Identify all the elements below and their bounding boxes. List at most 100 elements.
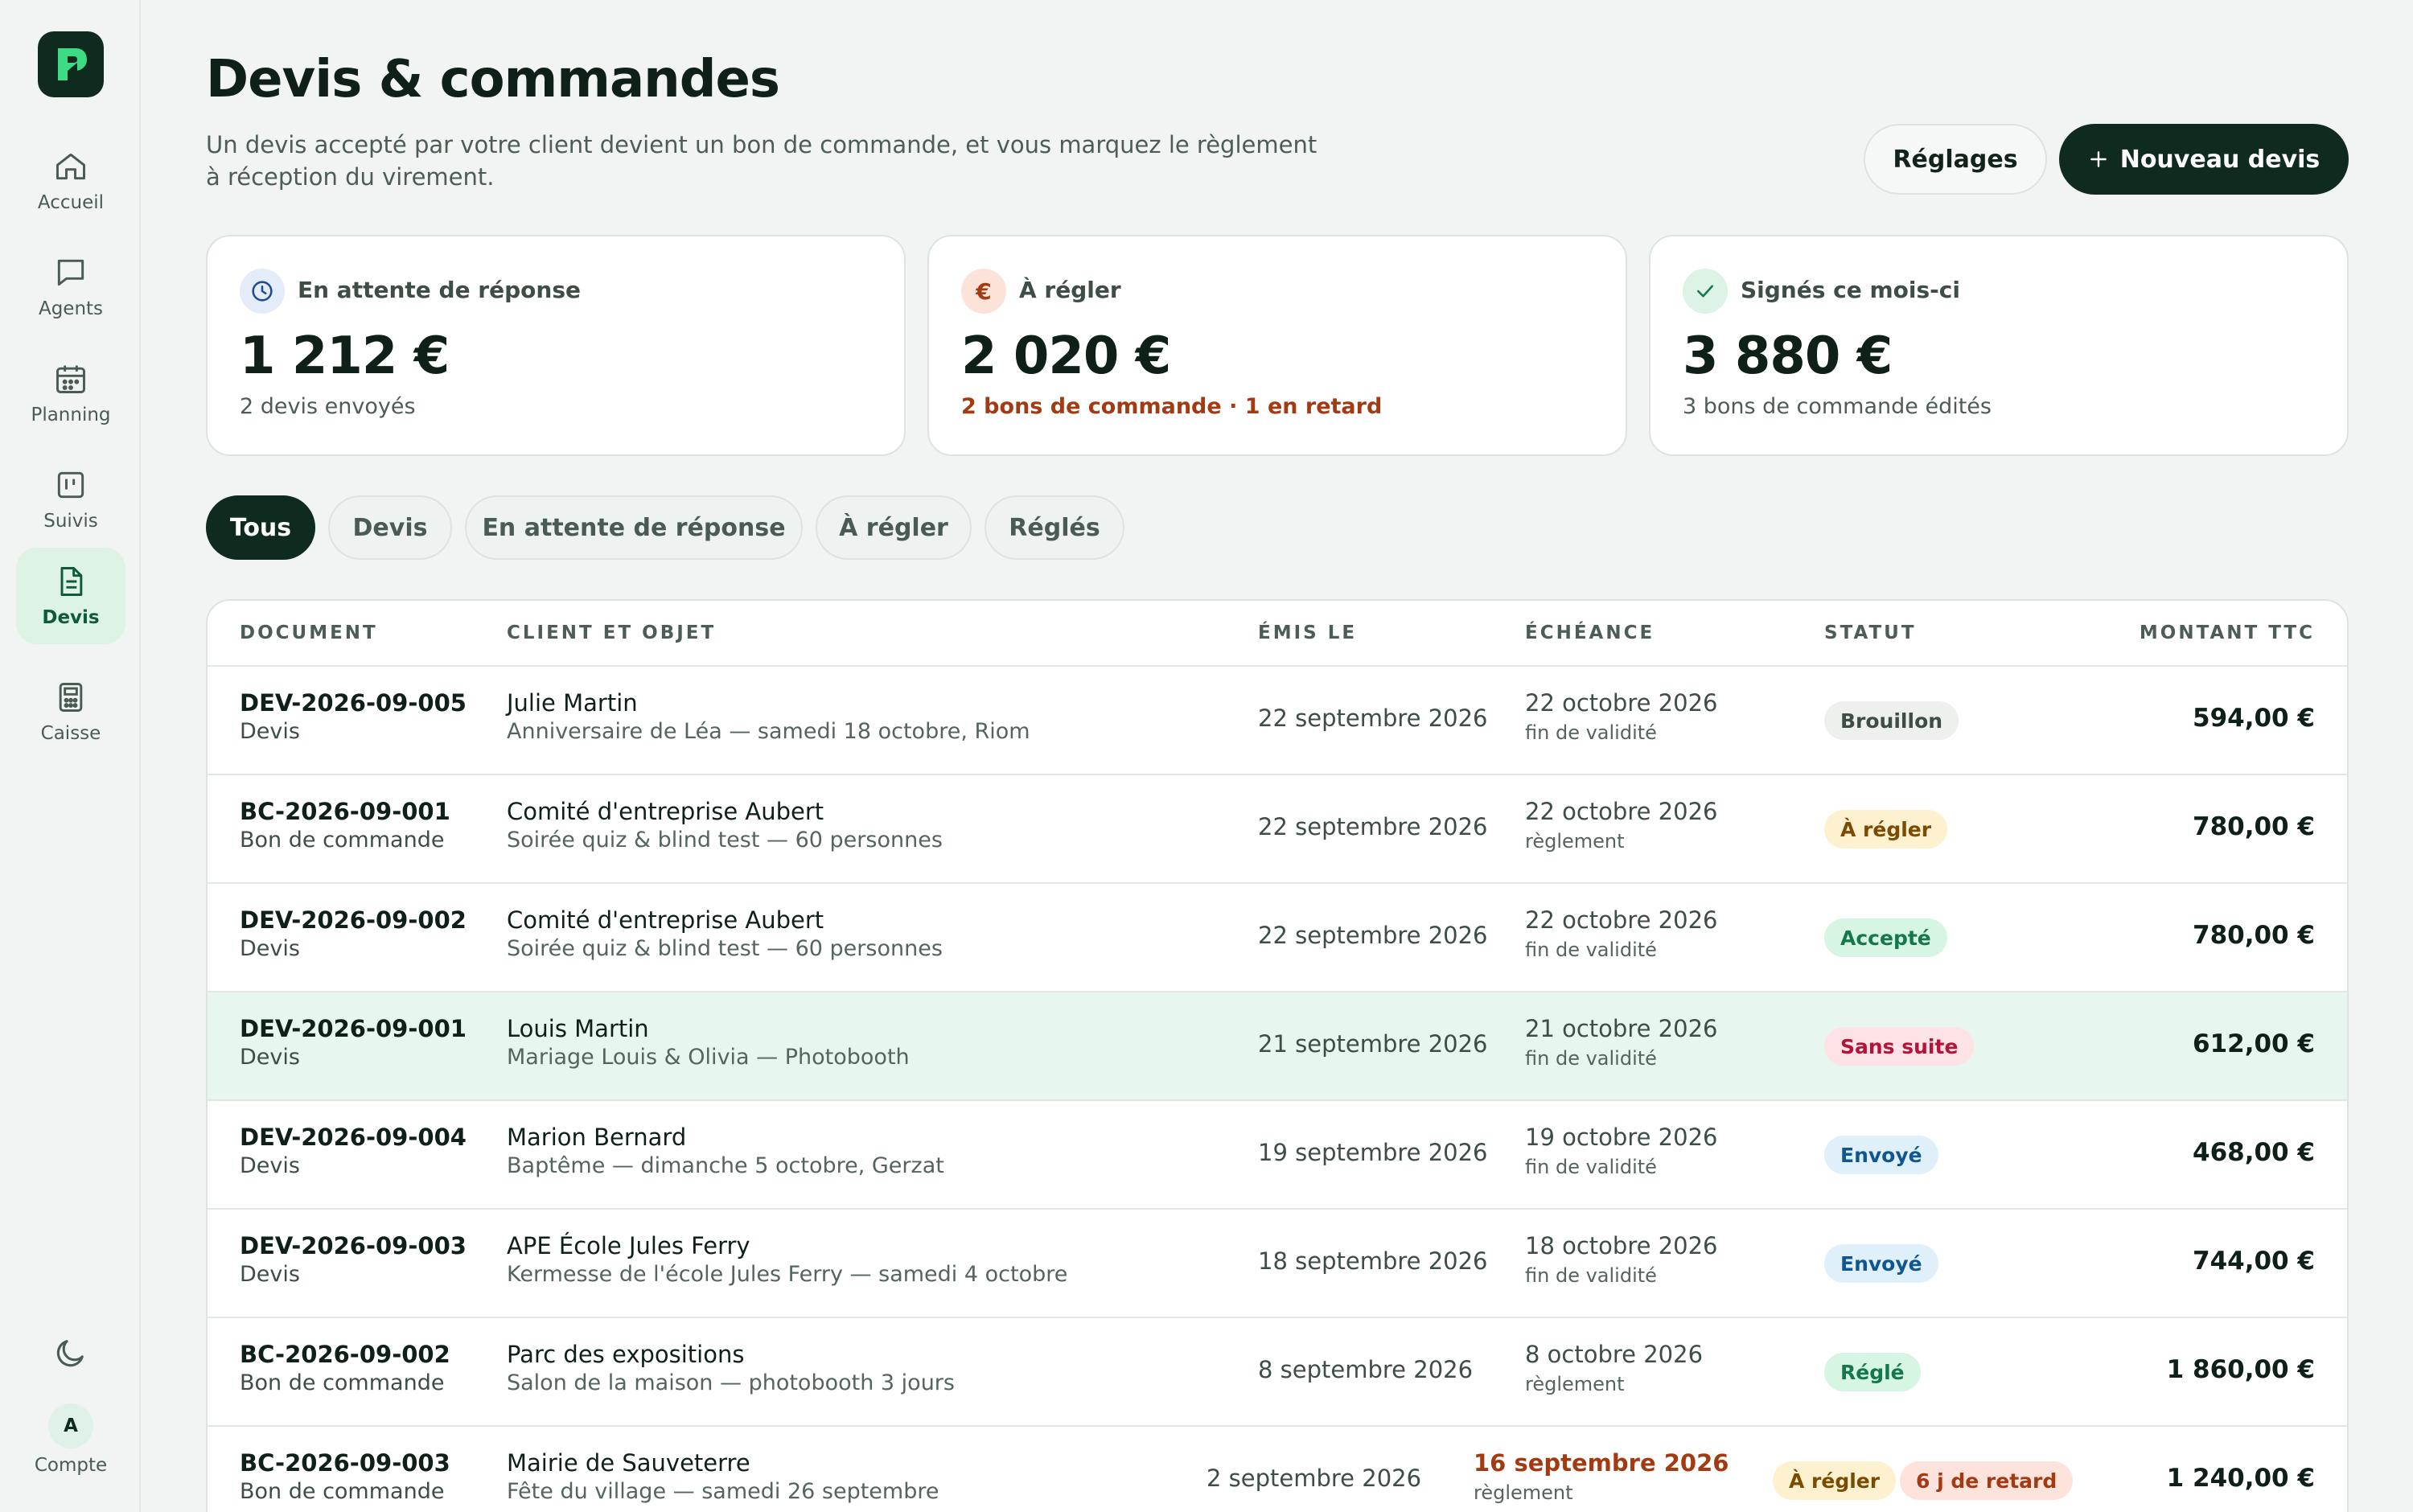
due-date: 22 octobre 2026 <box>1525 689 1718 717</box>
sidebar-item-caisse[interactable]: Caisse <box>16 664 125 760</box>
table-row[interactable]: DEV-2026-09-005 Devis Julie Martin Anniv… <box>208 667 2347 775</box>
kpi-label: À régler <box>1019 277 1121 303</box>
kanban-icon <box>57 471 84 499</box>
sidebar-item-devis[interactable]: Devis <box>16 548 125 644</box>
document-type: Bon de commande <box>240 1370 445 1395</box>
document-type: Bon de commande <box>240 1479 445 1504</box>
moon-icon[interactable] <box>51 1335 88 1372</box>
issued-date: 8 septembre 2026 <box>1258 1356 1474 1383</box>
kpi-note: 2 bons de commande · 1 en retard <box>961 394 1383 419</box>
document-id: DEV-2026-09-003 <box>240 1232 467 1259</box>
document-object: Soirée quiz & blind test — 60 personnes <box>507 936 943 961</box>
document-type: Devis <box>240 1153 300 1178</box>
euro-icon: € <box>961 269 1006 314</box>
filter-pending[interactable]: En attente de réponse <box>465 495 803 560</box>
sidebar-item-suivis[interactable]: Suivis <box>16 451 125 548</box>
column-header-amount[interactable]: MONTANT TTC <box>2140 622 2315 643</box>
kpi-value: 1 212 € <box>240 327 450 386</box>
kpi-value: 3 880 € <box>1683 327 1893 386</box>
table-row[interactable]: DEV-2026-09-002 Devis Comité d'entrepris… <box>208 884 2347 992</box>
amount: 780,00 € <box>2193 812 2315 841</box>
issued-date: 2 septembre 2026 <box>1206 1465 1422 1492</box>
due-note: fin de validité <box>1525 1264 1657 1287</box>
document-object: Baptême — dimanche 5 octobre, Gerzat <box>507 1153 944 1178</box>
client-name: Julie Martin <box>507 689 638 717</box>
app-logo[interactable] <box>38 31 104 97</box>
column-header-due[interactable]: ÉCHÉANCE <box>1525 622 1655 643</box>
document-id: DEV-2026-09-004 <box>240 1124 467 1151</box>
document-object: Fête du village — samedi 26 septembre <box>507 1479 939 1504</box>
kpi-card-pending: En attente de réponse 1 212 € 2 devis en… <box>206 235 906 456</box>
table-row[interactable]: DEV-2026-09-001 Devis Louis Martin Maria… <box>208 992 2347 1101</box>
status-badge: Accepté <box>1824 918 1947 957</box>
home-icon <box>56 153 85 180</box>
filter-all[interactable]: Tous <box>206 495 315 560</box>
status-badge: À régler <box>1824 810 1948 848</box>
status-badge: À régler <box>1773 1461 1897 1500</box>
table-row[interactable]: DEV-2026-09-004 Devis Marion Bernard Bap… <box>208 1101 2347 1210</box>
account-button[interactable]: A Compte <box>16 1403 125 1476</box>
document-object: Anniversaire de Léa — samedi 18 octobre,… <box>507 719 1030 744</box>
sidebar-item-agents[interactable]: Agents <box>16 239 125 335</box>
settings-button-label: Réglages <box>1893 145 2018 174</box>
filter-quotes[interactable]: Devis <box>328 495 452 560</box>
page-subtitle: Un devis accepté par votre client devien… <box>206 131 1317 191</box>
amount: 780,00 € <box>2193 921 2315 950</box>
document-id: DEV-2026-09-005 <box>240 689 467 717</box>
client-name: Mairie de Sauveterre <box>507 1449 750 1477</box>
status-badge: Brouillon <box>1824 701 1959 740</box>
table-row[interactable]: BC-2026-09-001 Bon de commande Comité d'… <box>208 775 2347 884</box>
calculator-icon <box>59 683 83 712</box>
table-row[interactable]: DEV-2026-09-003 Devis APE École Jules Fe… <box>208 1210 2347 1318</box>
status-badge: Sans suite <box>1824 1027 1975 1066</box>
plus-icon <box>2090 151 2107 167</box>
sidebar-item-label: Planning <box>31 405 111 425</box>
due-note: règlement <box>1474 1481 1573 1504</box>
sidebar-item-label: Accueil <box>37 192 105 213</box>
due-date: 22 octobre 2026 <box>1525 798 1718 825</box>
due-date: 22 octobre 2026 <box>1525 906 1718 934</box>
sidebar-item-label: Caisse <box>40 723 101 744</box>
new-quote-button[interactable]: Nouveau devis <box>2059 124 2349 195</box>
column-header-status[interactable]: STATUT <box>1824 622 1917 643</box>
client-name: Parc des expositions <box>507 1341 745 1368</box>
due-note: fin de validité <box>1525 1156 1657 1178</box>
client-name: Comité d'entreprise Aubert <box>507 798 824 825</box>
amount: 1 860,00 € <box>2166 1355 2315 1384</box>
table-row[interactable]: BC-2026-09-003 Bon de commande Mairie de… <box>208 1427 2347 1512</box>
due-date: 16 septembre 2026 <box>1474 1449 1729 1477</box>
table-header: DOCUMENT CLIENT ET OBJET ÉMIS LE ÉCHÉANC… <box>208 601 2347 667</box>
table-row[interactable]: BC-2026-09-002 Bon de commande Parc des … <box>208 1318 2347 1427</box>
issued-date: 22 septembre 2026 <box>1258 922 1488 949</box>
kpi-card-signed: Signés ce mois-ci 3 880 € 3 bons de comm… <box>1649 235 2349 456</box>
column-header-issued[interactable]: ÉMIS LE <box>1258 622 1357 643</box>
check-icon <box>1683 269 1728 314</box>
issued-date: 18 septembre 2026 <box>1258 1247 1488 1275</box>
due-date: 8 octobre 2026 <box>1525 1341 1704 1368</box>
document-type: Devis <box>240 1045 300 1070</box>
kpi-note: 2 devis envoyés <box>240 394 416 419</box>
due-date: 19 octobre 2026 <box>1525 1124 1718 1151</box>
due-note: fin de validité <box>1525 939 1657 961</box>
calendar-icon <box>56 365 85 393</box>
kpi-note: 3 bons de commande édités <box>1683 394 1992 419</box>
column-header-client[interactable]: CLIENT ET OBJET <box>507 622 716 643</box>
filter-paid[interactable]: Réglés <box>985 495 1124 560</box>
sidebar-item-planning[interactable]: Planning <box>16 345 125 442</box>
filter-to-pay[interactable]: À régler <box>816 495 972 560</box>
kpi-label: Signés ce mois-ci <box>1741 277 1960 303</box>
document-id: DEV-2026-09-001 <box>240 1015 467 1042</box>
client-name: Comité d'entreprise Aubert <box>507 906 824 934</box>
status-badge: Réglé <box>1824 1353 1921 1391</box>
avatar: A <box>48 1403 93 1448</box>
client-name: APE École Jules Ferry <box>507 1232 750 1259</box>
client-name: Marion Bernard <box>507 1124 687 1151</box>
due-note: règlement <box>1525 830 1625 853</box>
sidebar-item-label: Suivis <box>43 511 98 532</box>
settings-button[interactable]: Réglages <box>1864 124 2047 195</box>
document-object: Mariage Louis & Olivia — Photobooth <box>507 1045 910 1070</box>
column-header-document[interactable]: DOCUMENT <box>240 622 378 643</box>
sidebar-item-label: Devis <box>42 607 100 628</box>
sidebar-item-accueil[interactable]: Accueil <box>16 133 125 229</box>
documents-table: DOCUMENT CLIENT ET OBJET ÉMIS LE ÉCHÉANC… <box>206 599 2349 1512</box>
